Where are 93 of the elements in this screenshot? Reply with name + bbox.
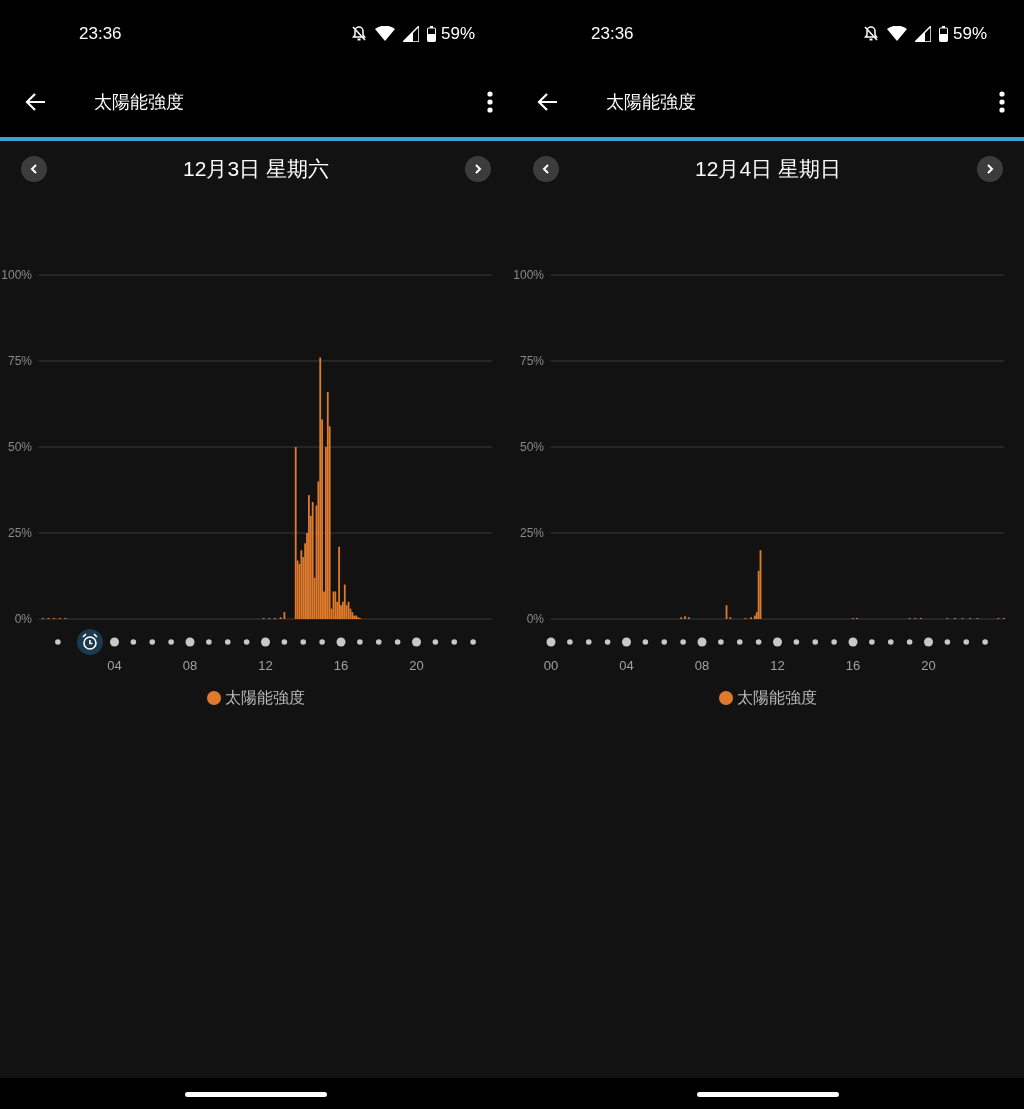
x-axis-label: 12: [770, 658, 785, 673]
timeline-dot: [281, 639, 288, 645]
timeline-dot: [432, 639, 439, 645]
x-axis-label: 00: [543, 658, 559, 673]
timeline-dot: [944, 639, 951, 645]
timeline-dot: [982, 639, 988, 645]
screen-title: 太陽能強度: [94, 90, 184, 114]
wifi-icon: [374, 26, 395, 41]
muted-bell-icon: [862, 25, 879, 42]
timeline-dot: [848, 637, 858, 647]
timeline-dot: [680, 639, 686, 645]
y-axis-label: 75%: [519, 354, 544, 368]
screen-title: 太陽能強度: [606, 90, 696, 114]
x-axis-label: 04: [619, 658, 634, 673]
timeline-dot: [206, 639, 212, 645]
next-day-button[interactable]: [977, 156, 1003, 182]
timeline-dot: [185, 637, 195, 647]
timeline-dot: [963, 639, 970, 645]
y-axis-label: 50%: [519, 440, 544, 454]
timeline-dot: [661, 639, 668, 645]
timeline-dot: [300, 639, 307, 645]
timeline-dot: [887, 639, 894, 645]
timeline-dot: [604, 639, 611, 645]
x-axis-label: 16: [333, 658, 349, 673]
status-time: 23:36: [591, 22, 634, 45]
timeline-dot: [812, 639, 819, 645]
timeline-dot: [319, 639, 325, 645]
previous-day-button[interactable]: [21, 156, 47, 182]
chevron-left-icon: [542, 164, 550, 174]
timeline-dot: [149, 639, 156, 645]
more-menu-button[interactable]: [486, 91, 494, 113]
timeline-dot: [622, 637, 631, 647]
timeline-dot: [755, 639, 762, 645]
timeline-dot: [261, 637, 270, 647]
y-axis-label: 25%: [7, 526, 32, 540]
timeline-dot: [736, 639, 743, 645]
timeline-dot: [336, 637, 346, 647]
timeline-dot: [831, 639, 837, 645]
timeline-dot: [567, 639, 573, 645]
signal-icon: [402, 25, 419, 42]
more-menu-button[interactable]: [998, 91, 1006, 113]
timeline-dot: [375, 639, 382, 645]
y-axis-label: 50%: [7, 440, 32, 454]
timeline-dot: [470, 639, 476, 645]
x-axis-label: 12: [258, 658, 273, 673]
timeline-dot: [55, 639, 61, 645]
timeline-dot: [243, 639, 250, 645]
timeline-dot: [642, 639, 649, 645]
timeline-dot: [924, 637, 933, 647]
timeline-dot: [130, 639, 137, 645]
legend-label: 太陽能強度: [737, 688, 817, 708]
muted-bell-icon: [350, 25, 367, 42]
timeline-dot: [793, 639, 800, 645]
chevron-left-icon: [30, 164, 38, 174]
battery-percent: 59%: [952, 22, 987, 45]
x-axis-label: 16: [845, 658, 861, 673]
timeline-dot: [451, 639, 458, 645]
status-time: 23:36: [79, 22, 122, 45]
y-axis-label: 100%: [513, 268, 544, 282]
x-axis-label: 20: [409, 658, 424, 673]
y-axis-label: 100%: [1, 268, 32, 282]
y-axis-label: 75%: [7, 354, 32, 368]
y-axis-label: 0%: [14, 612, 32, 626]
x-axis-label: 08: [182, 658, 198, 673]
timeline-dot: [110, 637, 119, 647]
chevron-right-icon: [986, 164, 994, 174]
previous-day-button[interactable]: [533, 156, 559, 182]
y-axis-label: 25%: [519, 526, 544, 540]
x-axis-label: 08: [694, 658, 710, 673]
date-title: 12月4日 星期日: [695, 156, 841, 183]
next-day-button[interactable]: [465, 156, 491, 182]
timeline-dot: [697, 637, 707, 647]
timeline-dot: [394, 639, 401, 645]
legend-label: 太陽能強度: [225, 688, 305, 708]
timeline-dot: [224, 639, 231, 645]
x-axis-label: 04: [107, 658, 122, 673]
battery-icon: [426, 25, 436, 42]
timeline-dot: [906, 639, 913, 645]
wifi-icon: [886, 26, 907, 41]
battery-icon: [938, 25, 948, 42]
y-axis-label: 0%: [526, 612, 544, 626]
x-axis-label: 20: [921, 658, 936, 673]
date-title: 12月3日 星期六: [183, 156, 329, 183]
timeline-dot: [546, 637, 556, 647]
chevron-right-icon: [474, 164, 482, 174]
timeline-dot: [412, 637, 421, 647]
timeline-dot: [718, 639, 724, 645]
timeline-dot: [168, 639, 174, 645]
signal-icon: [914, 25, 931, 42]
battery-percent: 59%: [440, 22, 475, 45]
timeline-dot: [357, 639, 363, 645]
timeline-dot: [773, 637, 782, 647]
timeline-dot: [869, 639, 875, 645]
